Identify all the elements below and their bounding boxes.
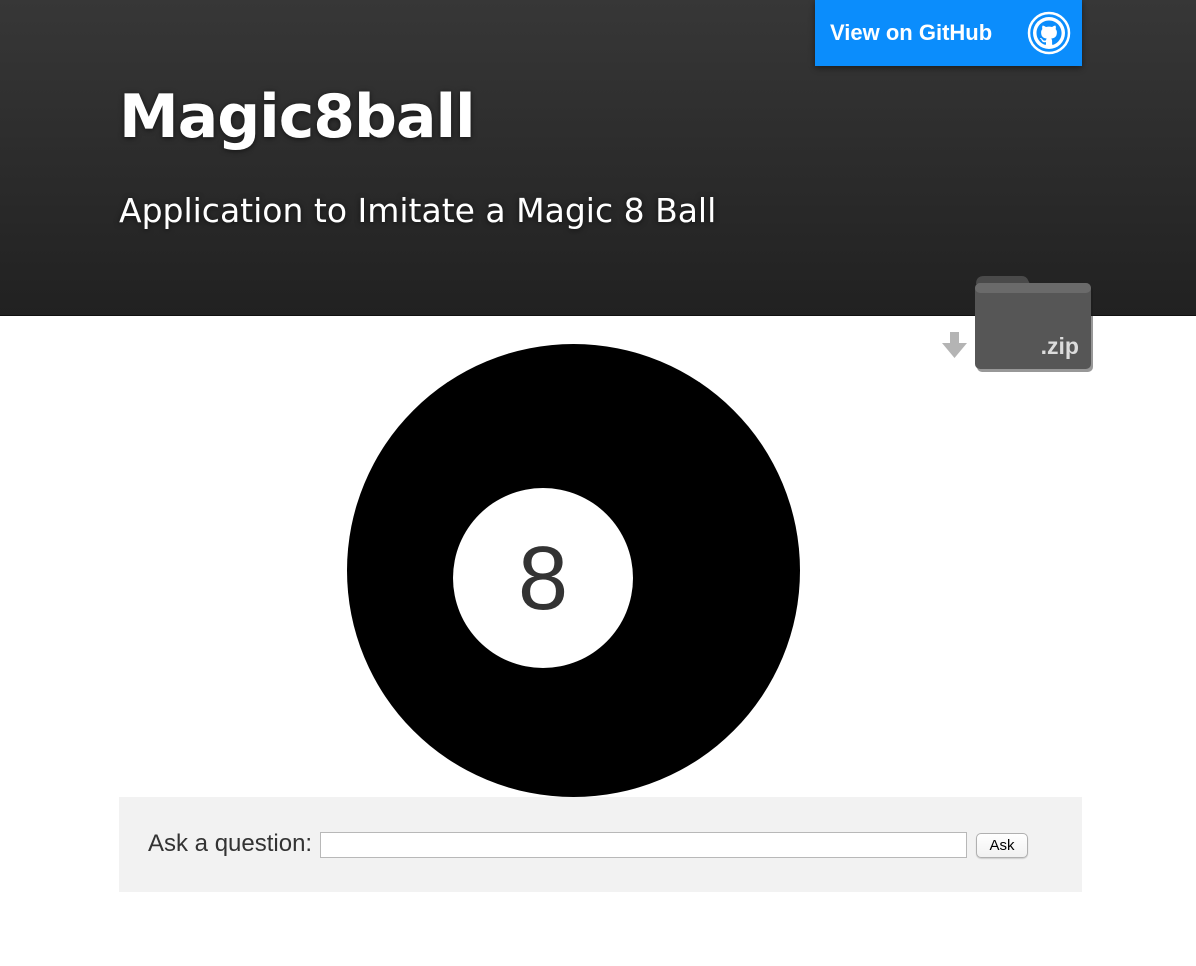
zip-label: .zip	[1041, 333, 1079, 359]
download-arrow-icon	[942, 332, 967, 358]
ball-number: 8	[517, 529, 569, 629]
question-form: Ask a question: Ask	[119, 797, 1082, 892]
download-zip-button[interactable]: .zip	[938, 270, 1098, 376]
ball-number-window: 8	[453, 488, 633, 668]
page-header: Magic8ball Application to Imitate a Magi…	[0, 0, 1196, 372]
magic-8-ball: 8	[347, 344, 800, 797]
zip-folder-icon: .zip	[975, 276, 1093, 372]
question-input[interactable]	[320, 832, 967, 858]
question-label: Ask a question:	[148, 830, 313, 857]
page-title: Magic8ball	[119, 82, 476, 152]
view-on-github-label: View on GitHub	[830, 20, 993, 45]
ask-button[interactable]: Ask	[976, 833, 1028, 858]
page-tagline: Application to Imitate a Magic 8 Ball	[119, 191, 717, 230]
github-octocat-icon	[1027, 11, 1071, 55]
view-on-github-button[interactable]: View on GitHub	[815, 0, 1082, 66]
